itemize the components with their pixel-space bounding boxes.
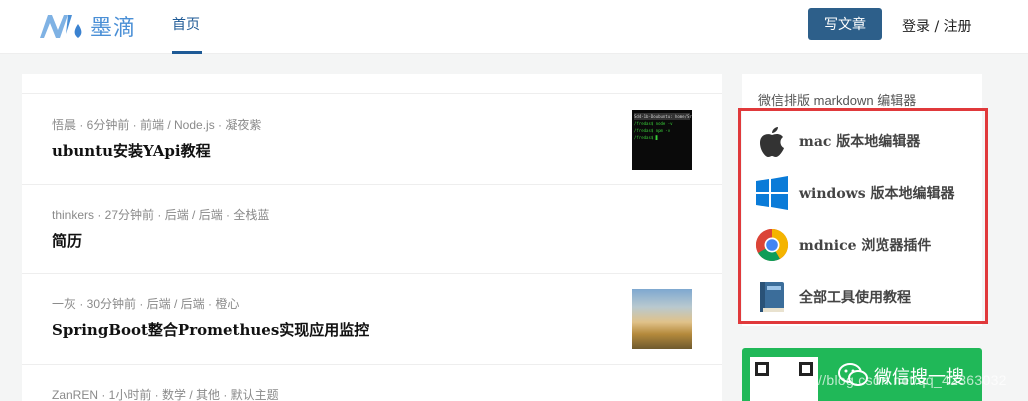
tool-label: mdnice 浏览器插件 — [799, 238, 932, 254]
logo[interactable]: 墨滴 — [38, 10, 136, 42]
article-thumbnail[interactable] — [632, 289, 692, 349]
article-item[interactable]: 悟晨 · 6分钟前 · 前端 / Node.js · 凝夜紫 ubuntu安装Y… — [22, 94, 722, 185]
article-item[interactable]: 一灰 · 30分钟前 · 后端 / 后端 · 橙心 SpringBoot整合Pr… — [22, 274, 722, 365]
tool-mac-editor[interactable]: mac 版本地编辑器 — [754, 123, 920, 159]
editor-tools-title: 微信排版 markdown 编辑器 — [758, 93, 917, 108]
article-item[interactable]: ZanREN · 1小时前 · 数学 / 其他 · 默认主题 — [22, 365, 722, 401]
article-title[interactable]: ubuntu安装YApi教程 — [52, 140, 211, 161]
tool-label: mac 版本地编辑器 — [799, 134, 921, 150]
article-title[interactable]: SpringBoot整合Promethues实现应用监控 — [52, 319, 369, 340]
tool-label: 全部工具使用教程 — [799, 290, 911, 306]
article-feed: 悟晨 · 6分钟前 · 前端 / Node.js · 凝夜紫 ubuntu安装Y… — [22, 74, 722, 401]
logo-mark-icon — [40, 15, 82, 38]
tool-windows-editor[interactable]: windows 版本地编辑器 — [754, 175, 954, 211]
article-meta: 悟晨 · 6分钟前 · 前端 / Node.js · 凝夜紫 — [52, 118, 262, 132]
article-meta: thinkers · 27分钟前 · 后端 / 后端 · 全栈蓝 — [52, 208, 270, 222]
thumb-line: /fredas$ ▊ — [634, 135, 659, 140]
book-icon — [754, 279, 790, 315]
tool-tutorial[interactable]: 全部工具使用教程 — [754, 279, 911, 315]
article-meta: ZanREN · 1小时前 · 数学 / 其他 · 默认主题 — [52, 388, 279, 401]
login-register-link[interactable]: 登录 / 注册 — [902, 16, 972, 36]
article-thumbnail[interactable]: Sd4-1b-Doubuntu: home/Sreda /fredas$ nod… — [632, 110, 692, 170]
tool-chrome-extension[interactable]: mdnice 浏览器插件 — [754, 227, 931, 263]
tool-label: windows 版本地编辑器 — [799, 186, 955, 202]
nav-active-indicator — [172, 51, 202, 54]
windows-icon — [754, 175, 790, 211]
thumb-line: /fredas$ node -v — [634, 121, 673, 126]
chrome-icon — [754, 227, 790, 263]
top-header: 墨滴 首页 写文章 登录 / 注册 — [0, 0, 1028, 54]
article-title[interactable]: 简历 — [52, 230, 82, 251]
qr-corner — [755, 362, 769, 376]
article-meta: 一灰 · 30分钟前 · 后端 / 后端 · 橙心 — [52, 297, 240, 311]
logo-text: 墨滴 — [90, 16, 137, 41]
feed-top-divider — [22, 74, 722, 94]
watermark: https://blog.csdn.net/qq_42363032 — [782, 372, 1007, 388]
thumb-line: Sd4-1b-Doubuntu: home/Sreda — [634, 113, 692, 120]
write-article-button[interactable]: 写文章 — [808, 8, 882, 40]
apple-icon — [754, 123, 790, 159]
nav-home[interactable]: 首页 — [172, 14, 200, 34]
article-item[interactable]: thinkers · 27分钟前 · 后端 / 后端 · 全栈蓝 简历 — [22, 185, 722, 274]
thumb-line: /fredas$ npm -v — [634, 128, 671, 133]
